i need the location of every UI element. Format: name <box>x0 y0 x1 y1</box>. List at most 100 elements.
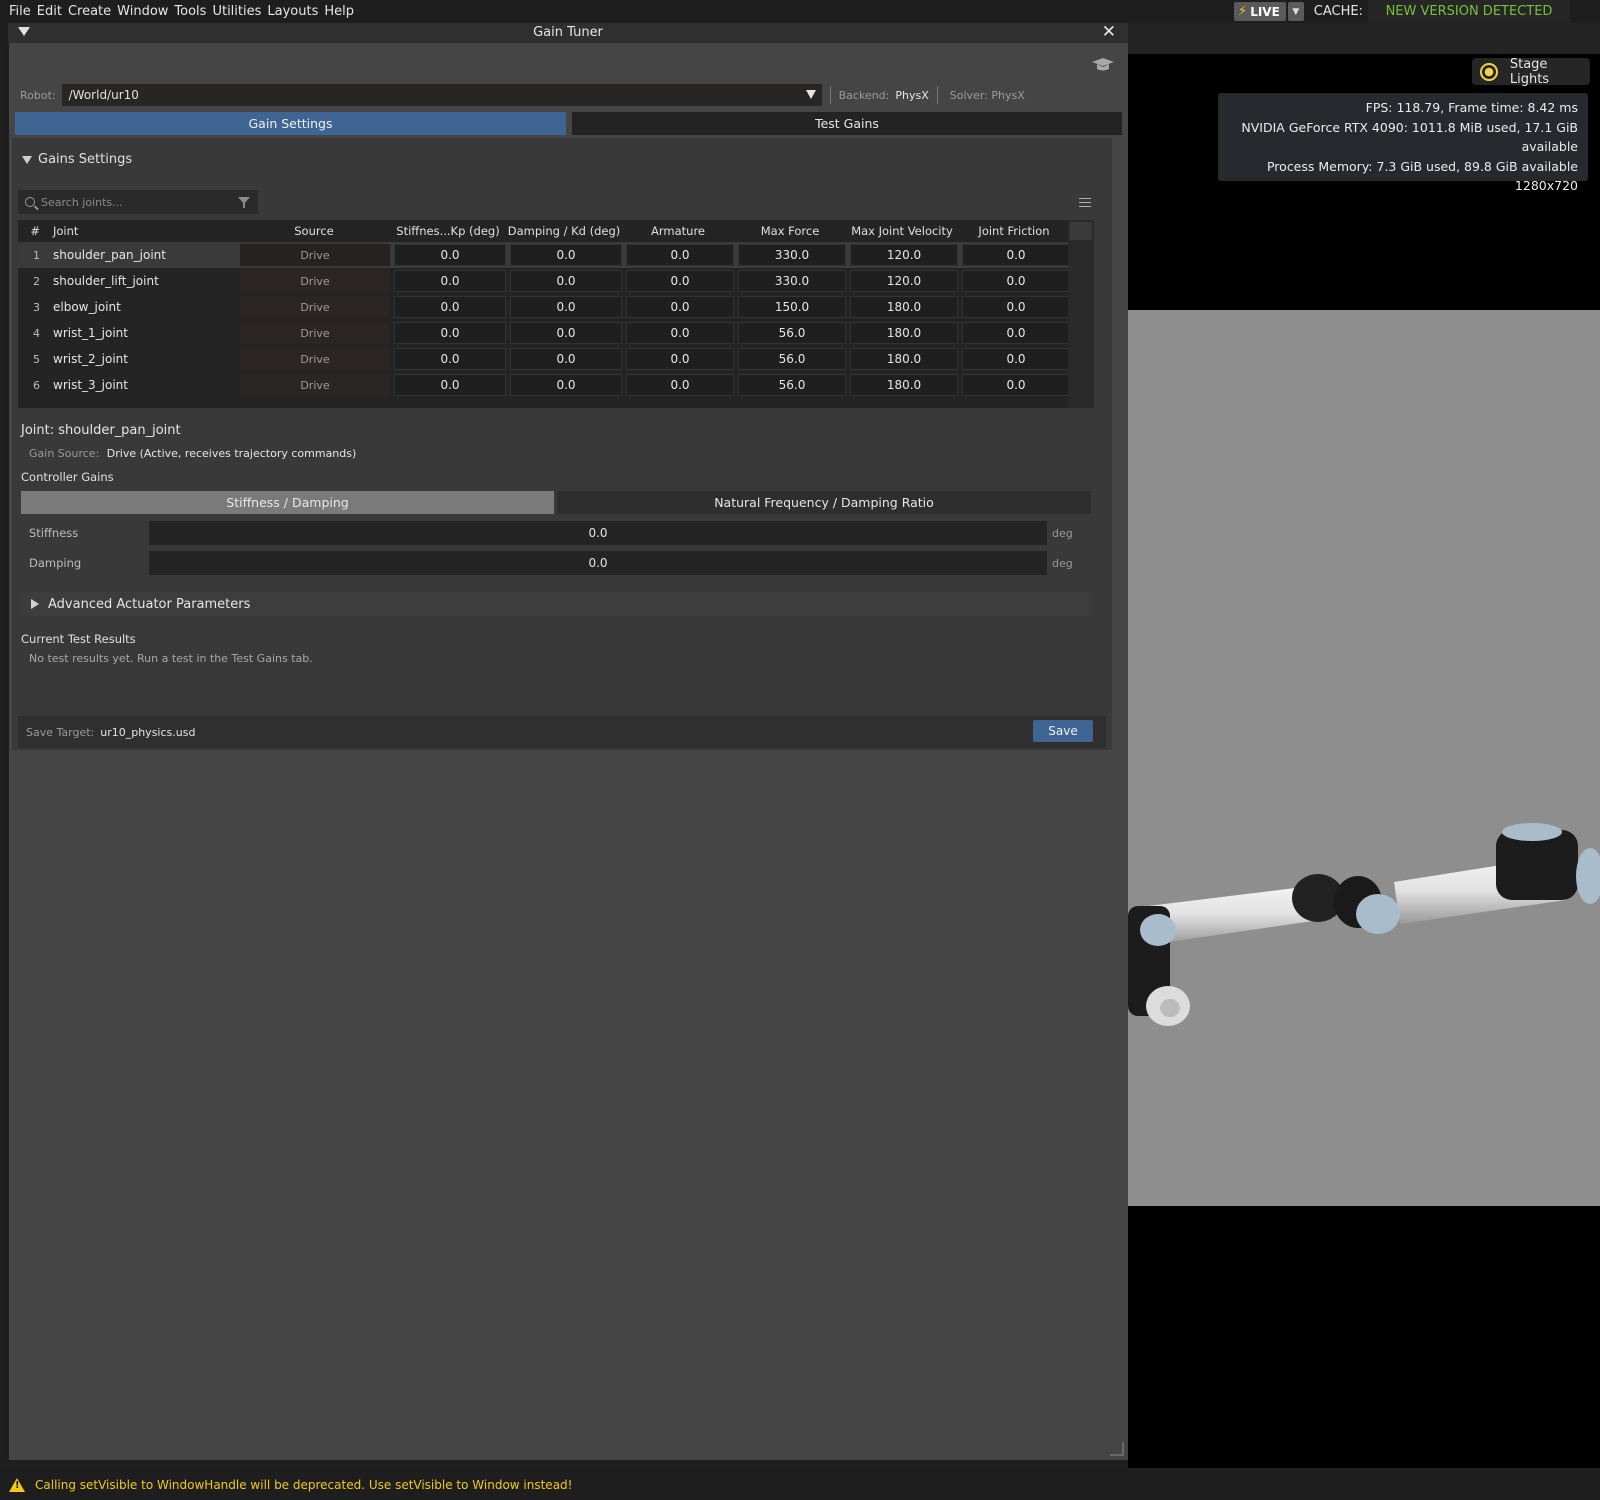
viewport-toolbar-strip <box>1128 23 1600 54</box>
table-row[interactable]: 3 elbow_joint Drive 0.0 0.0 0.0 150.0 18… <box>18 294 1094 320</box>
stiffness-cell[interactable]: 0.0 <box>394 374 506 396</box>
resize-grip-icon[interactable] <box>1110 1442 1124 1456</box>
source-cell[interactable]: Drive <box>240 296 390 318</box>
tab-gain-settings[interactable]: Gain Settings <box>15 112 566 135</box>
table-row[interactable]: 2 shoulder_lift_joint Drive 0.0 0.0 0.0 … <box>18 268 1094 294</box>
source-cell[interactable]: Drive <box>240 244 390 266</box>
friction-cell[interactable]: 0.0 <box>962 322 1070 344</box>
max-velocity-cell[interactable]: 180.0 <box>850 322 958 344</box>
joint-name: shoulder_pan_joint <box>53 248 166 262</box>
max-force-cell[interactable]: 330.0 <box>738 270 846 292</box>
selected-joint-title: Joint: shoulder_pan_joint <box>21 423 181 438</box>
dropdown-caret-icon <box>805 90 816 99</box>
menu-create[interactable]: Create <box>65 4 114 19</box>
stiffness-cell[interactable]: 0.0 <box>394 322 506 344</box>
max-force-cell[interactable]: 56.0 <box>738 322 846 344</box>
armature-cell[interactable]: 0.0 <box>626 270 734 292</box>
col-header-stiffness[interactable]: Stiffnes...Kp (deg) <box>390 224 506 238</box>
col-header-source[interactable]: Source <box>238 224 390 238</box>
armature-cell[interactable]: 0.0 <box>626 244 734 266</box>
menu-tools[interactable]: Tools <box>171 4 209 19</box>
armature-cell[interactable]: 0.0 <box>626 296 734 318</box>
gain-tuner-titlebar[interactable]: Gain Tuner ✕ <box>8 23 1128 43</box>
stat-memory: Process Memory: 7.3 GiB used, 89.8 GiB a… <box>1266 158 1578 174</box>
damping-cell[interactable]: 0.0 <box>510 296 622 318</box>
robot-select[interactable]: /World/ur10 <box>61 84 822 106</box>
viewport-scene[interactable] <box>1128 310 1600 1206</box>
tab-test-gains[interactable]: Test Gains <box>572 112 1122 135</box>
table-row[interactable]: 5 wrist_2_joint Drive 0.0 0.0 0.0 56.0 1… <box>18 346 1094 372</box>
source-cell[interactable]: Drive <box>240 374 390 396</box>
table-row[interactable]: 4 wrist_1_joint Drive 0.0 0.0 0.0 56.0 1… <box>18 320 1094 346</box>
source-cell[interactable]: Drive <box>240 322 390 344</box>
stiffness-field[interactable]: 0.0 <box>149 521 1047 545</box>
col-header-joint[interactable]: Joint <box>42 224 238 238</box>
search-input[interactable]: Search joints... <box>18 190 258 214</box>
stiffness-cell[interactable]: 0.0 <box>394 244 506 266</box>
advanced-actuator-header[interactable]: Advanced Actuator Parameters <box>21 592 1091 616</box>
viewport-background-bottom <box>1128 1206 1600 1468</box>
menu-edit[interactable]: Edit <box>34 4 65 19</box>
menu-window[interactable]: Window <box>114 4 171 19</box>
friction-cell[interactable]: 0.0 <box>962 244 1070 266</box>
col-header-friction[interactable]: Joint Friction <box>958 224 1070 238</box>
save-button[interactable]: Save <box>1033 720 1093 742</box>
damping-cell[interactable]: 0.0 <box>510 374 622 396</box>
separator <box>936 86 938 104</box>
friction-cell[interactable]: 0.0 <box>962 270 1070 292</box>
table-row[interactable]: 6 wrist_3_joint Drive 0.0 0.0 0.0 56.0 1… <box>18 372 1094 398</box>
gains-settings-header[interactable]: Gains Settings <box>22 152 132 167</box>
friction-cell[interactable]: 0.0 <box>962 374 1070 396</box>
source-cell[interactable]: Drive <box>240 348 390 370</box>
max-velocity-cell[interactable]: 180.0 <box>850 374 958 396</box>
stiffness-cell[interactable]: 0.0 <box>394 348 506 370</box>
friction-cell[interactable]: 0.0 <box>962 348 1070 370</box>
armature-cell[interactable]: 0.0 <box>626 374 734 396</box>
damping-cell[interactable]: 0.0 <box>510 270 622 292</box>
live-dropdown-button[interactable]: ▼ <box>1287 2 1304 21</box>
save-target-value: ur10_physics.usd <box>100 725 196 739</box>
stiffness-cell[interactable]: 0.0 <box>394 296 506 318</box>
live-button[interactable]: ⚡ LIVE <box>1234 2 1286 21</box>
tab-stiffness-damping[interactable]: Stiffness / Damping <box>21 491 554 514</box>
max-force-cell[interactable]: 56.0 <box>738 348 846 370</box>
damping-field[interactable]: 0.0 <box>149 551 1047 575</box>
tab-natural-frequency[interactable]: Natural Frequency / Damping Ratio <box>557 491 1091 514</box>
filter-icon[interactable] <box>238 197 250 208</box>
damping-cell[interactable]: 0.0 <box>510 244 622 266</box>
close-icon[interactable]: ✕ <box>1102 23 1116 41</box>
max-velocity-cell[interactable]: 120.0 <box>850 244 958 266</box>
cache-status[interactable]: NEW VERSION DETECTED <box>1368 0 1570 23</box>
menu-layouts[interactable]: Layouts <box>264 4 321 19</box>
damping-cell[interactable]: 0.0 <box>510 322 622 344</box>
menu-help[interactable]: Help <box>321 4 357 19</box>
menu-file[interactable]: File <box>0 4 34 19</box>
max-velocity-cell[interactable]: 180.0 <box>850 296 958 318</box>
col-header-max-velocity[interactable]: Max Joint Velocity <box>846 224 958 238</box>
damping-cell[interactable]: 0.0 <box>510 348 622 370</box>
source-cell[interactable]: Drive <box>240 270 390 292</box>
max-force-cell[interactable]: 56.0 <box>738 374 846 396</box>
armature-cell[interactable]: 0.0 <box>626 322 734 344</box>
stiffness-unit: deg <box>1052 526 1073 540</box>
menu-right-group: ⚡ LIVE ▼ CACHE: NEW VERSION DETECTED <box>1234 0 1600 23</box>
table-scrollbar[interactable] <box>1068 220 1094 408</box>
max-velocity-cell[interactable]: 180.0 <box>850 348 958 370</box>
col-header-damping[interactable]: Damping / Kd (deg) <box>506 224 622 238</box>
col-header-max-force[interactable]: Max Force <box>734 224 846 238</box>
max-force-cell[interactable]: 150.0 <box>738 296 846 318</box>
stiffness-row: Stiffness 0.0 deg <box>29 521 1089 545</box>
save-target-label: Save Target: <box>26 725 95 739</box>
menu-icon[interactable] <box>1079 198 1091 207</box>
table-row[interactable]: 1 shoulder_pan_joint Drive 0.0 0.0 0.0 3… <box>18 242 1094 268</box>
armature-cell[interactable]: 0.0 <box>626 348 734 370</box>
col-header-armature[interactable]: Armature <box>622 224 734 238</box>
graduation-cap-icon[interactable] <box>1092 58 1114 72</box>
stage-lights-button[interactable]: Stage Lights <box>1472 57 1590 87</box>
friction-cell[interactable]: 0.0 <box>962 296 1070 318</box>
menu-utilities[interactable]: Utilities <box>209 4 264 19</box>
max-velocity-cell[interactable]: 120.0 <box>850 270 958 292</box>
stiffness-cell[interactable]: 0.0 <box>394 270 506 292</box>
max-force-cell[interactable]: 330.0 <box>738 244 846 266</box>
bolt-icon: ⚡ <box>1238 4 1248 19</box>
